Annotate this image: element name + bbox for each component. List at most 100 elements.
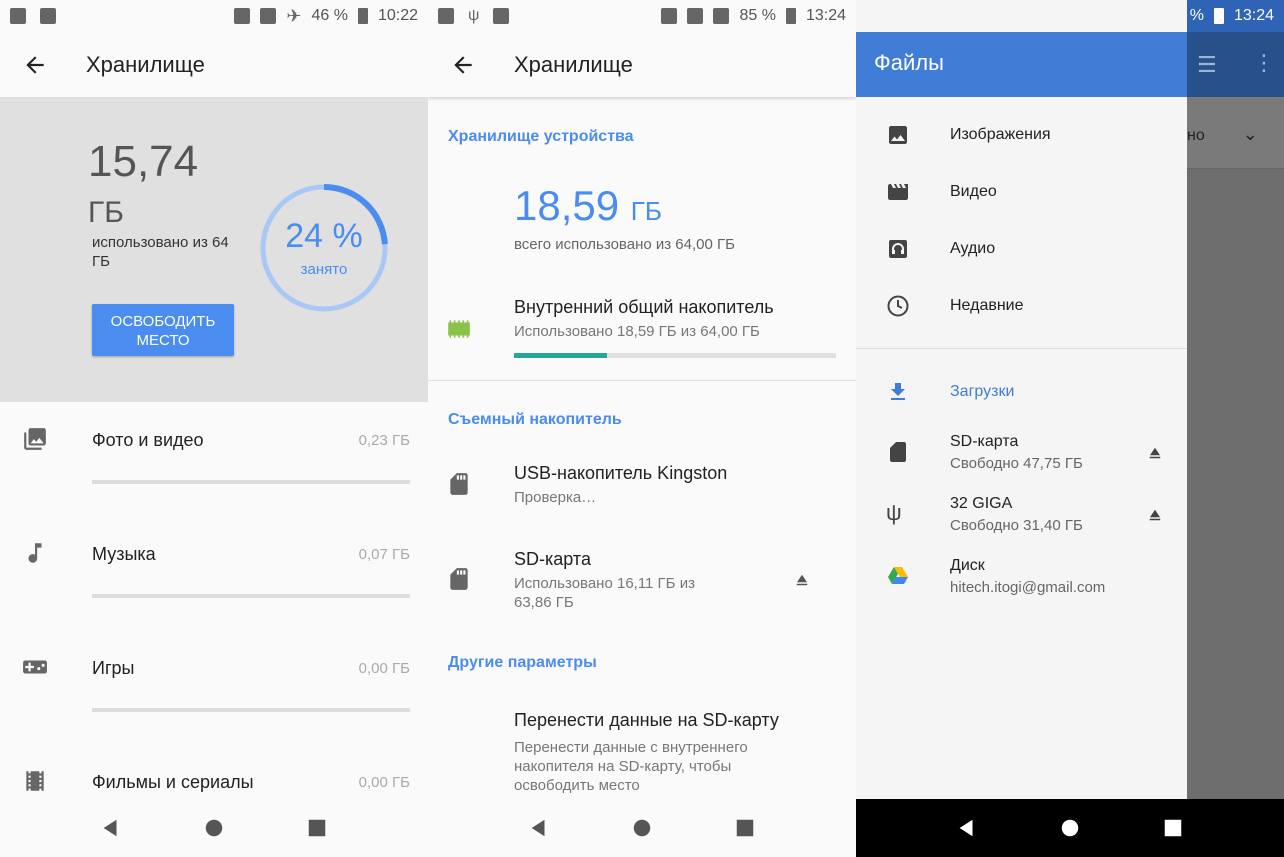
battery-icon xyxy=(1213,8,1224,24)
drawer-item-label: Загрузки xyxy=(950,383,1015,400)
internal-storage-title: Внутренний общий накопитель xyxy=(514,297,774,317)
drawer-item-sub: hitech.itogi@gmail.com xyxy=(950,579,1106,596)
category-name: Фото и видео xyxy=(92,430,204,450)
storage-summary: 15,74 ГБ использовано из 64 ГБ ОСВОБОДИТ… xyxy=(0,97,428,402)
drawer-item-audio[interactable]: Аудио xyxy=(856,222,1187,278)
storage-card-icon xyxy=(450,473,468,495)
nav-recents-icon[interactable] xyxy=(734,817,756,839)
usage-label: занято xyxy=(300,261,348,278)
music-note-icon xyxy=(28,543,42,563)
internal-storage-row[interactable]: Внутренний общий накопитель Использовано… xyxy=(428,290,856,380)
drawer-item-sub: Свободно 47,75 ГБ xyxy=(950,455,1083,472)
sd-card-row[interactable]: SD-карта Использовано 16,11 ГБ из 63,86 … xyxy=(428,540,856,630)
category-size: 0,00 ГБ xyxy=(358,660,410,677)
drawer-item-images[interactable]: Изображения xyxy=(856,108,1187,164)
category-name: Музыка xyxy=(92,544,156,564)
nav-home-icon[interactable] xyxy=(1059,817,1081,839)
category-name: Фильмы и сериалы xyxy=(92,772,254,792)
drawer-item-label: Видео xyxy=(950,183,997,200)
internal-storage-progress xyxy=(514,353,836,358)
drawer-divider xyxy=(856,348,1187,349)
status-bar: ✈ 46 % 10:22 xyxy=(0,0,428,32)
app-bar: Хранилище xyxy=(428,32,856,97)
navigation-drawer: Файлы Изображения Видео Аудио Недавние З… xyxy=(856,0,1187,799)
nav-home-icon[interactable] xyxy=(203,817,225,839)
image-notification-icon xyxy=(40,8,56,24)
drawer-item-label: 32 GIGA xyxy=(950,495,1013,512)
drawer-item-video[interactable]: Видео xyxy=(856,165,1187,221)
battery-percent: 46 % xyxy=(311,7,348,24)
category-music[interactable]: Музыка 0,07 ГБ xyxy=(0,516,428,630)
sd-card-title: SD-карта xyxy=(514,549,591,569)
page-title: Хранилище xyxy=(86,51,205,77)
wifi-icon xyxy=(687,8,704,24)
vibrate-icon xyxy=(234,8,251,24)
usb-icon: ψ xyxy=(886,500,902,525)
background-sort-label: но ⌄ xyxy=(1187,124,1258,144)
nav-bar xyxy=(428,799,856,857)
drawer-item-label: Диск xyxy=(950,557,985,574)
category-games[interactable]: Игры 0,00 ГБ xyxy=(0,630,428,744)
category-bar xyxy=(92,708,410,712)
nav-back-icon[interactable] xyxy=(100,817,122,839)
airplane-icon: ✈ xyxy=(286,5,302,26)
headphones-icon xyxy=(889,240,907,258)
more-icon: ⋮ xyxy=(1253,50,1275,75)
back-arrow-icon[interactable] xyxy=(450,52,476,78)
no-sim-icon xyxy=(260,8,277,24)
nav-back-icon[interactable] xyxy=(956,817,978,839)
usb-storage-row[interactable]: USB-накопитель Kingston Проверка… xyxy=(428,455,856,527)
list-view-icon: ☰ xyxy=(1197,52,1217,77)
film-strip-icon xyxy=(26,771,44,791)
status-bar: ψ 85 % 13:24 xyxy=(428,0,856,32)
move-data-row[interactable]: Перенести данные на SD-карту Перенести д… xyxy=(428,700,856,799)
drawer-item-sub: Свободно 31,40 ГБ xyxy=(950,517,1083,534)
sd-card-sub: Использовано 16,11 ГБ из 63,86 ГБ xyxy=(514,575,695,611)
category-size: 0,23 ГБ xyxy=(358,432,410,449)
movie-clapper-icon xyxy=(888,184,908,200)
eject-icon[interactable] xyxy=(792,571,812,589)
category-photos[interactable]: Фото и видео 0,23 ГБ xyxy=(0,402,428,516)
total-used: 18,59 ГБ xyxy=(514,182,662,229)
chevron-down-icon: ⌄ xyxy=(1242,124,1258,144)
category-bar xyxy=(92,594,410,598)
nav-recents-icon[interactable] xyxy=(1162,817,1184,839)
image-icon xyxy=(889,126,907,144)
divider xyxy=(428,380,856,381)
drawer-item-drive[interactable]: Диск hitech.itogi@gmail.com xyxy=(856,548,1187,610)
memory-chip-icon xyxy=(448,320,470,338)
back-arrow-icon[interactable] xyxy=(22,52,48,78)
battery-percent: 85 % xyxy=(739,7,776,24)
other-options-header: Другие параметры xyxy=(448,654,597,671)
usb-storage-sub: Проверка… xyxy=(514,489,597,506)
drawer-item-downloads[interactable]: Загрузки xyxy=(856,365,1187,421)
nav-bar xyxy=(0,799,428,857)
removable-storage-header: Съемный накопитель xyxy=(448,411,622,428)
drawer-item-sd-card[interactable]: SD-карта Свободно 47,75 ГБ xyxy=(856,424,1187,486)
nav-back-icon[interactable] xyxy=(528,817,550,839)
drawer-item-recent[interactable]: Недавние xyxy=(856,279,1187,335)
internal-storage-sub: Использовано 18,59 ГБ из 64,00 ГБ xyxy=(514,323,760,340)
eject-icon[interactable] xyxy=(1145,444,1165,462)
photo-library-icon xyxy=(24,428,46,450)
drawer-title: Файлы xyxy=(874,50,944,75)
notification-icon xyxy=(10,8,26,24)
sd-card-notification-icon xyxy=(438,8,454,24)
usb-icon: ψ xyxy=(468,7,480,24)
drawer-item-usb[interactable]: ψ 32 GIGA Свободно 31,40 ГБ xyxy=(856,486,1187,548)
category-size: 0,07 ГБ xyxy=(358,546,410,563)
battery-icon xyxy=(357,8,368,24)
clock: 13:24 xyxy=(805,7,846,24)
drawer-item-label: Аудио xyxy=(950,240,996,257)
nav-recents-icon[interactable] xyxy=(306,817,328,839)
nav-home-icon[interactable] xyxy=(631,817,653,839)
storage-screen-2: ψ 85 % 13:24 Хранилище Хранилище устройс… xyxy=(428,0,856,857)
drawer-item-label: Изображения xyxy=(950,126,1051,143)
free-space-button[interactable]: ОСВОБОДИТЬ МЕСТО xyxy=(92,304,234,356)
sd-card-icon xyxy=(890,442,906,462)
app-bar: Хранилище xyxy=(0,32,428,97)
used-of-label: использовано из 64 ГБ xyxy=(92,234,229,270)
eject-icon[interactable] xyxy=(1145,506,1165,524)
battery-icon xyxy=(785,8,796,24)
files-drawer-screen: ☰ ⋮ но⌄ ψ 85 % 13:24 Файлы Изображения В… xyxy=(856,0,1284,857)
